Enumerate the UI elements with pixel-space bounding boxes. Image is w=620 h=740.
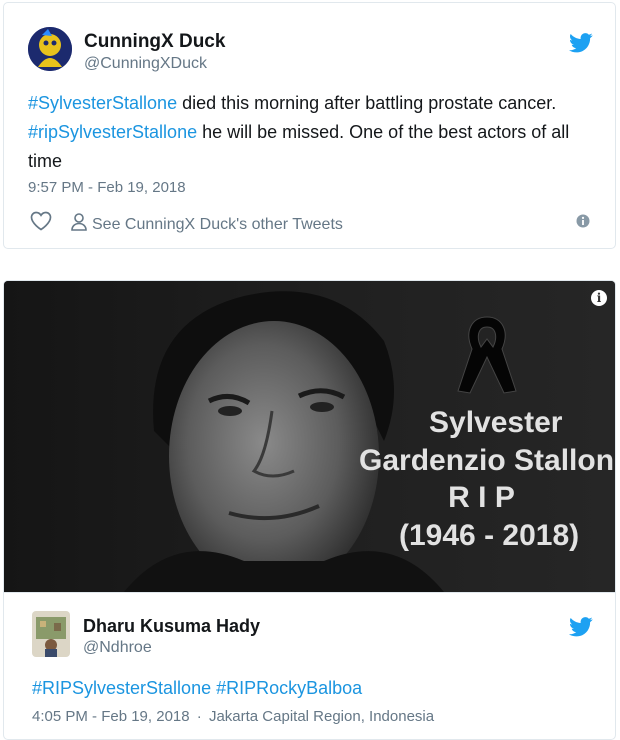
black-ribbon-icon	[452, 309, 522, 404]
tweet-text: #RIPSylvesterStallone #RIPRockyBalboa	[32, 674, 362, 703]
meta-separator: ·	[196, 708, 202, 725]
person-icon	[70, 212, 88, 237]
avatar[interactable]	[32, 611, 70, 657]
twitter-bird-icon[interactable]	[569, 33, 593, 58]
hashtag-link[interactable]: #SylvesterStallone	[28, 93, 177, 113]
media-info-icon[interactable]: i	[591, 290, 607, 306]
like-button[interactable]	[30, 211, 52, 236]
twitter-bird-icon[interactable]	[569, 617, 593, 642]
divider	[4, 592, 615, 593]
author-handle[interactable]: @Ndhroe	[83, 639, 152, 657]
see-other-tweets-label: See CunningX Duck's other Tweets	[92, 216, 343, 233]
tweet-timestamp[interactable]: 9:57 PM - Feb 19, 2018	[28, 179, 186, 196]
tweet-timestamp[interactable]: 4:05 PM - Feb 19, 2018	[32, 708, 190, 725]
author-handle[interactable]: @CunningXDuck	[84, 55, 207, 73]
tweet-card-1: CunningX Duck @CunningXDuck #SylvesterSt…	[3, 2, 616, 249]
see-other-tweets-link[interactable]: See CunningX Duck's other Tweets	[70, 212, 343, 237]
memorial-line-4: (1946 - 2018)	[399, 519, 580, 552]
hashtag-link[interactable]: #RIPSylvesterStallone	[32, 678, 211, 698]
tweet-meta: 4:05 PM - Feb 19, 2018 · Jakarta Capital…	[32, 708, 434, 725]
tweet-card-2: Sylvester Gardenzio Stallone R I P (1946…	[3, 280, 616, 740]
hashtag-link[interactable]: #RIPRockyBalboa	[216, 678, 362, 698]
memorial-image[interactable]: Sylvester Gardenzio Stallone R I P (1946…	[4, 281, 615, 592]
hashtag-link[interactable]: #ripSylvesterStallone	[28, 122, 197, 142]
author-name[interactable]: Dharu Kusuma Hady	[83, 616, 260, 637]
tweet-location[interactable]: Jakarta Capital Region, Indonesia	[209, 708, 434, 725]
tweet-text-segment: died this morning after battling prostat…	[177, 93, 557, 113]
tweet-text: #SylvesterStallone died this morning aft…	[28, 89, 598, 176]
heart-icon	[30, 211, 52, 235]
memorial-line-3: R I P	[448, 481, 515, 514]
avatar[interactable]	[28, 27, 72, 71]
info-icon[interactable]	[576, 214, 590, 233]
memorial-line-1: Sylvester	[429, 406, 563, 439]
memorial-line-2: Gardenzio Stallone	[359, 444, 615, 477]
author-name[interactable]: CunningX Duck	[84, 31, 225, 53]
